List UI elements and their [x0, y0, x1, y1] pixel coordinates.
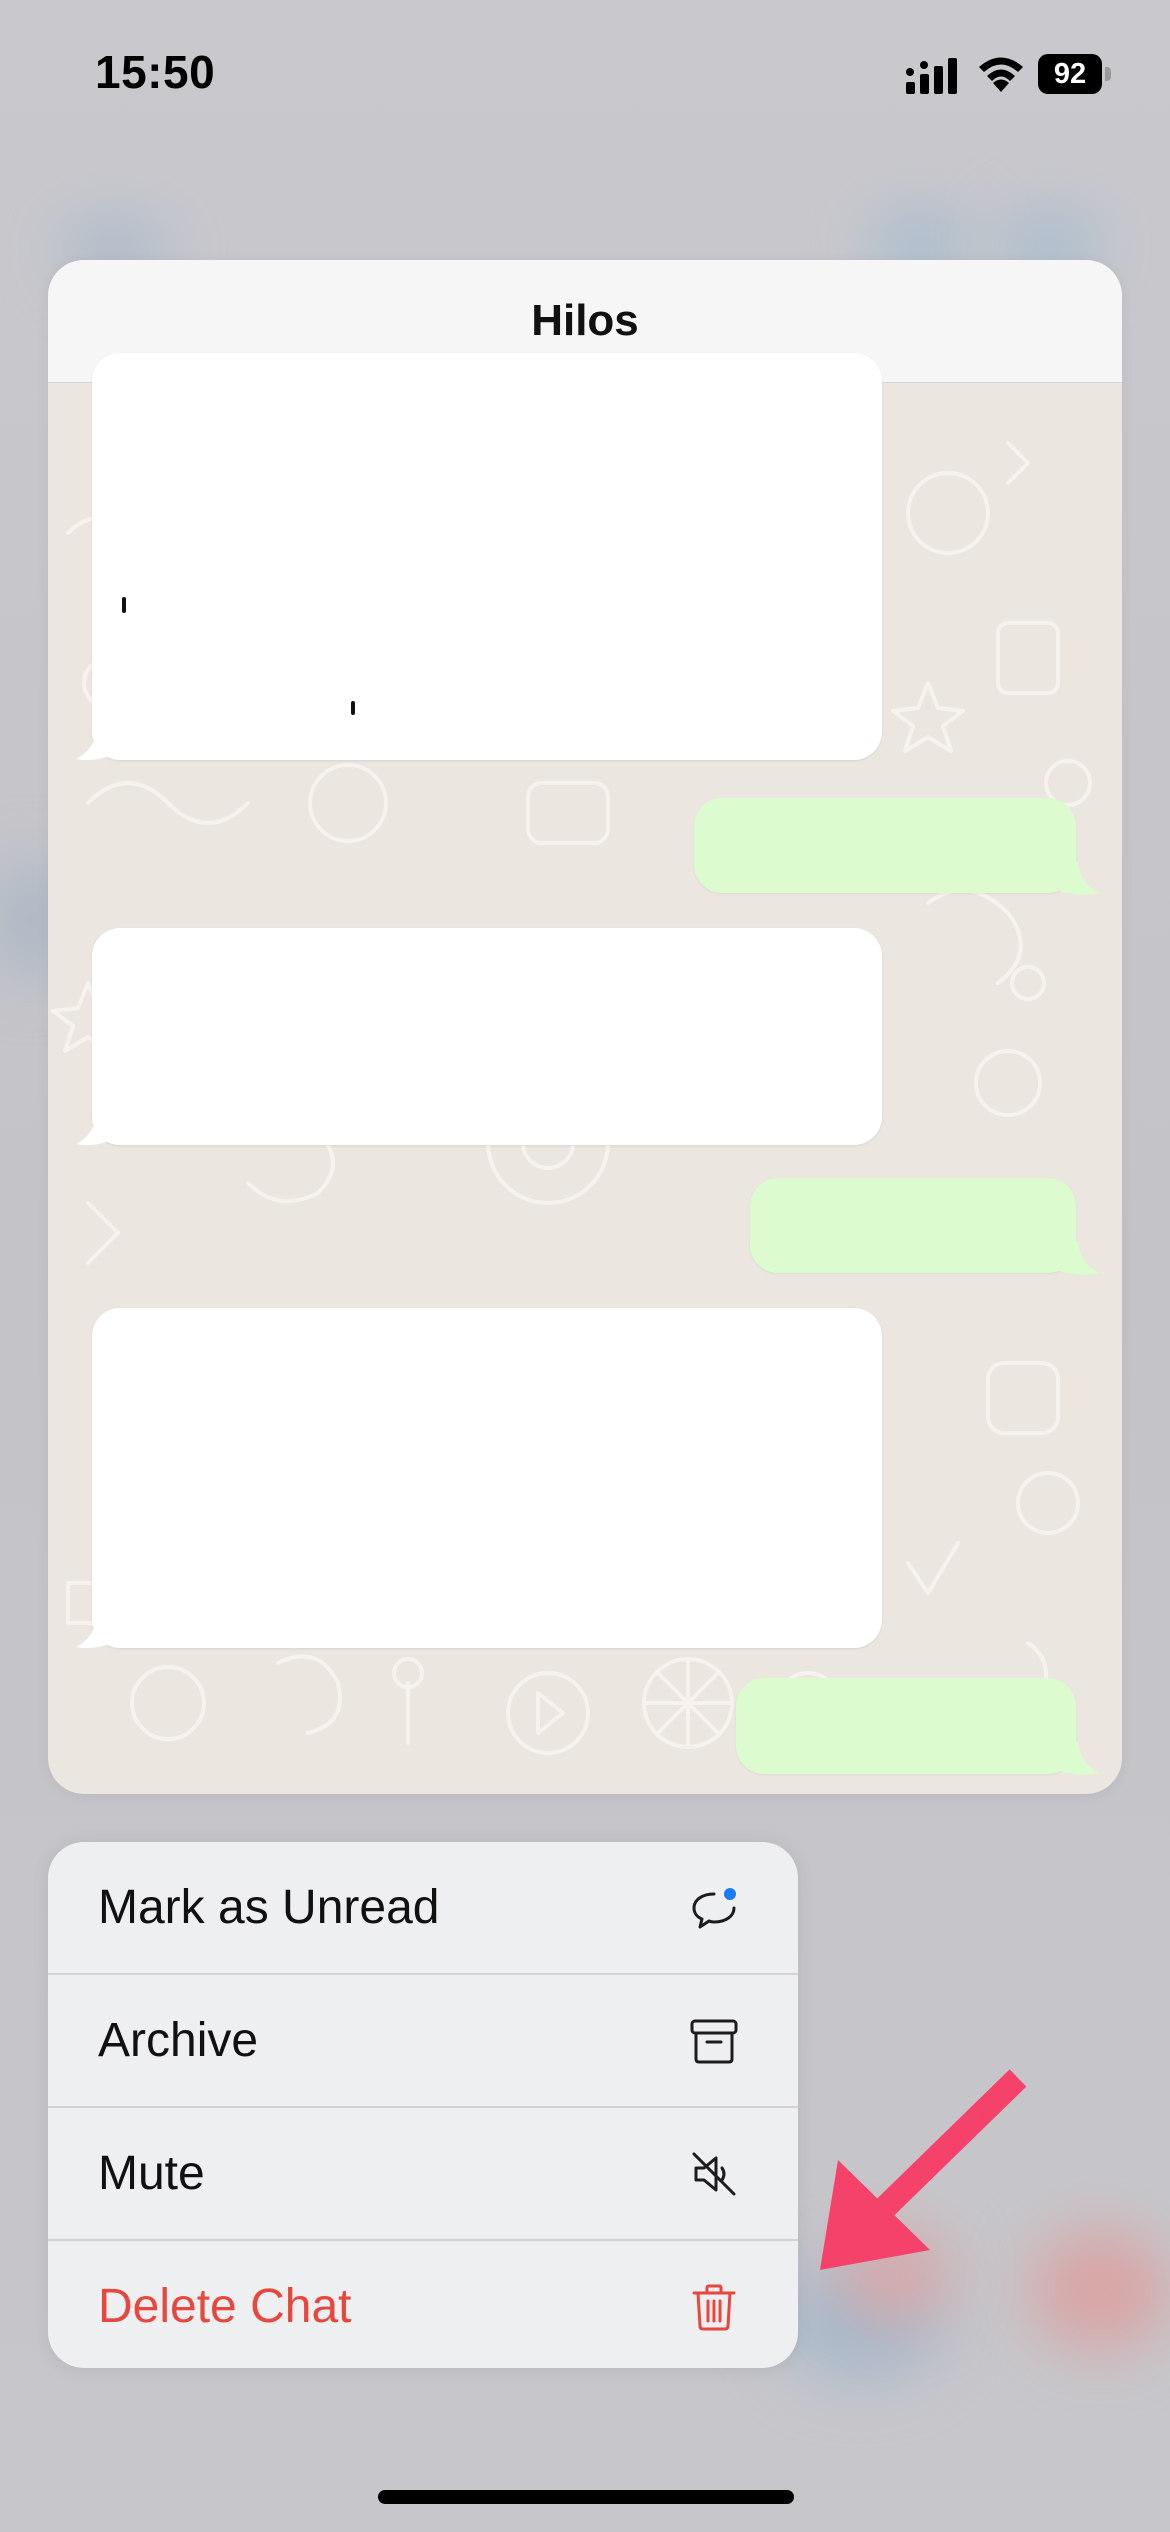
incoming-message-bubble[interactable] [92, 928, 882, 1145]
outgoing-message-bubble[interactable] [750, 1178, 1076, 1273]
menu-item-delete-chat[interactable]: Delete Chat [48, 2241, 798, 2368]
incoming-bubble-tail [76, 1611, 116, 1649]
speaker-muted-icon [692, 2152, 736, 2195]
wifi-icon [979, 57, 1023, 92]
unread-chat-bubble-icon [692, 1887, 736, 1928]
menu-item-mark-as-unread[interactable]: Mark as Unread [48, 1842, 798, 1973]
chat-preview-card[interactable]: Hilos [48, 260, 1122, 1794]
outgoing-message-bubble[interactable] [694, 798, 1076, 893]
message-text-fragment [351, 701, 355, 715]
incoming-message-bubble[interactable] [92, 1308, 882, 1648]
menu-item-label: Archive [98, 2014, 259, 2067]
status-time: 15:50 [95, 46, 216, 98]
archive-box-icon [690, 2019, 738, 2063]
incoming-bubble-tail [76, 1108, 116, 1146]
battery-icon: 92 [1038, 54, 1112, 94]
menu-item-mute[interactable]: Mute [48, 2108, 798, 2239]
menu-item-label: Mute [98, 2147, 205, 2200]
signal-icon [906, 58, 957, 94]
menu-item-archive[interactable]: Archive [48, 1975, 798, 2106]
outgoing-bubble-tail [1060, 861, 1100, 895]
chat-context-menu: Mark as Unread Archive Mute Delete Chat [48, 1842, 798, 2368]
chat-messages-area [48, 353, 1122, 1794]
preview-title: Hilos [531, 296, 639, 345]
status-bar: 15:50 92 [0, 0, 1170, 150]
battery-level: 92 [1038, 54, 1102, 94]
menu-item-label: Mark as Unread [98, 1881, 440, 1934]
incoming-bubble-tail [76, 723, 116, 761]
annotation-arrow-icon [820, 2069, 1027, 2270]
outgoing-bubble-tail [1060, 1241, 1100, 1275]
home-indicator[interactable] [378, 2490, 794, 2504]
battery-tip [1105, 67, 1111, 81]
incoming-message-bubble[interactable] [92, 353, 882, 760]
outgoing-message-bubble[interactable] [736, 1678, 1076, 1774]
menu-item-label: Delete Chat [98, 2280, 352, 2333]
message-text-fragment [122, 597, 126, 613]
trash-icon [692, 2284, 736, 2330]
outgoing-bubble-tail [1060, 1741, 1100, 1775]
background-blob [1030, 2230, 1170, 2350]
